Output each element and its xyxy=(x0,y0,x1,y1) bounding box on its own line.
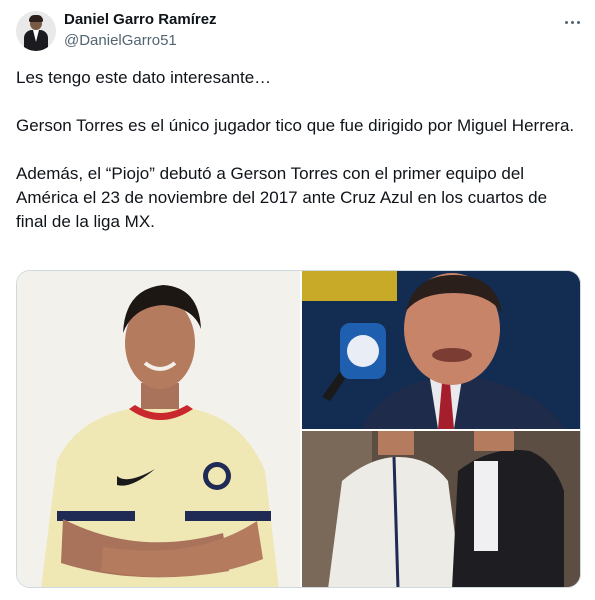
author-handle[interactable]: @DanielGarro51 xyxy=(64,32,177,49)
photo-coach-press[interactable] xyxy=(302,271,580,429)
tweet-paragraph: Gerson Torres es el único jugador tico q… xyxy=(16,116,575,135)
media-grid xyxy=(16,270,581,588)
photo-airport-walk[interactable] xyxy=(302,431,580,587)
photo-player-jersey[interactable] xyxy=(17,271,300,587)
tweet-text: Les tengo este dato interesante… Gerson … xyxy=(16,66,576,234)
author-avatar[interactable] xyxy=(16,11,56,51)
tweet-card: Daniel Garro Ramírez @DanielGarro51 Les … xyxy=(0,0,595,600)
author-name[interactable]: Daniel Garro Ramírez xyxy=(64,11,217,28)
more-options-icon[interactable] xyxy=(560,14,584,30)
tweet-paragraph: Además, el “Piojo” debutó a Gerson Torre… xyxy=(16,164,548,231)
tweet-paragraph: Les tengo este dato interesante… xyxy=(16,68,272,87)
